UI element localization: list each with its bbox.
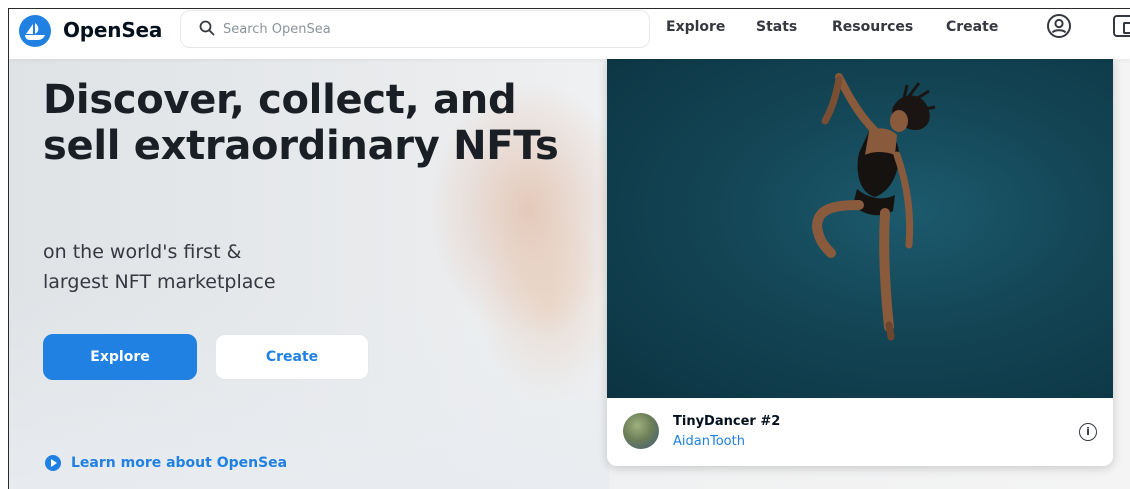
top-navbar: OpenSea Explore Stats Resources Create <box>9 9 1130 59</box>
hero-subheadline: on the world's first & largest NFT marke… <box>43 237 403 297</box>
hero-subline-2: largest NFT marketplace <box>43 271 276 293</box>
creator-link[interactable]: AidanTooth <box>673 434 745 449</box>
learn-more-link[interactable]: Learn more about OpenSea <box>45 453 287 473</box>
search-input[interactable] <box>223 19 623 39</box>
creator-avatar[interactable] <box>623 413 659 449</box>
featured-nft-card[interactable]: TinyDancer #2 AidanTooth i <box>607 59 1113 466</box>
brand-name[interactable]: OpenSea <box>63 18 162 42</box>
nav-stats[interactable]: Stats <box>756 19 797 35</box>
dancer-illustration <box>811 73 936 341</box>
featured-nft-footer: TinyDancer #2 AidanTooth i <box>607 398 1113 466</box>
play-icon <box>45 455 61 471</box>
featured-nft-image[interactable] <box>607 59 1113 398</box>
learn-more-label: Learn more about OpenSea <box>71 455 288 471</box>
hero-headline: Discover, collect, and sell extraordinar… <box>43 77 559 169</box>
info-icon[interactable]: i <box>1079 423 1097 441</box>
nav-resources[interactable]: Resources <box>832 19 913 35</box>
create-button[interactable]: Create <box>215 334 369 380</box>
explore-button[interactable]: Explore <box>43 334 197 380</box>
nft-name[interactable]: TinyDancer #2 <box>673 414 780 429</box>
account-icon[interactable] <box>1046 13 1072 39</box>
hero-subline-1: on the world's first & <box>43 241 242 263</box>
search-bar[interactable] <box>180 10 650 48</box>
nav-explore[interactable]: Explore <box>666 19 725 35</box>
opensea-logo-icon[interactable] <box>19 15 51 47</box>
hero-section: Discover, collect, and sell extraordinar… <box>9 59 1130 489</box>
search-icon <box>199 20 215 36</box>
browser-viewport: OpenSea Explore Stats Resources Create D… <box>8 8 1130 489</box>
nav-create[interactable]: Create <box>946 19 998 35</box>
wallet-icon[interactable] <box>1113 15 1130 37</box>
